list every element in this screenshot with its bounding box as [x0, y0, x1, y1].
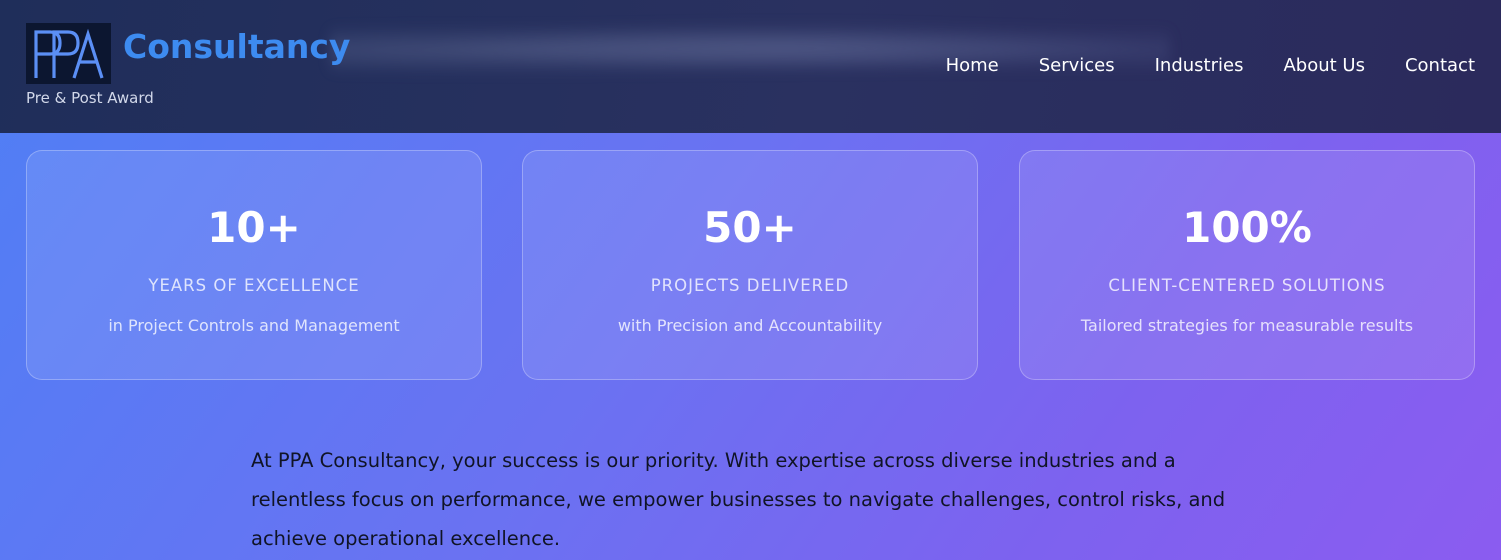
intro-paragraph: At PPA Consultancy, your success is our …	[251, 449, 1226, 550]
stat-label: YEARS OF EXCELLENCE	[148, 276, 360, 295]
stat-value: 100%	[1182, 203, 1312, 252]
ppa-logo[interactable]	[26, 23, 111, 84]
stat-value: 50+	[703, 203, 797, 252]
stat-description: Tailored strategies for measurable resul…	[1080, 316, 1414, 335]
stat-value: 10+	[207, 203, 301, 252]
nav-contact[interactable]: Contact	[1405, 55, 1475, 76]
stat-label: CLIENT-CENTERED SOLUTIONS	[1108, 276, 1386, 295]
stat-label: PROJECTS DELIVERED	[650, 276, 850, 295]
brand-name[interactable]: Consultancy	[123, 27, 350, 66]
nav-services[interactable]: Services	[1039, 55, 1115, 76]
nav-home[interactable]: Home	[946, 55, 999, 76]
nav-about-us[interactable]: About Us	[1283, 55, 1365, 76]
nav-industries[interactable]: Industries	[1155, 55, 1244, 76]
stat-description: with Precision and Accountability	[617, 316, 883, 335]
stat-description: in Project Controls and Management	[108, 316, 400, 335]
brand-tagline: Pre & Post Award	[26, 89, 154, 107]
site-header: Consultancy Pre & Post Award Home Servic…	[0, 0, 1501, 133]
main-nav: Home Services Industries About Us Contac…	[946, 55, 1475, 76]
ppa-logo-icon	[34, 28, 104, 79]
stat-card-clients: 100% CLIENT-CENTERED SOLUTIONS Tailored …	[1019, 150, 1475, 380]
stats-section: 10+ YEARS OF EXCELLENCE in Project Contr…	[26, 150, 1475, 380]
stat-card-years: 10+ YEARS OF EXCELLENCE in Project Contr…	[26, 150, 482, 380]
stat-card-projects: 50+ PROJECTS DELIVERED with Precision an…	[522, 150, 978, 380]
